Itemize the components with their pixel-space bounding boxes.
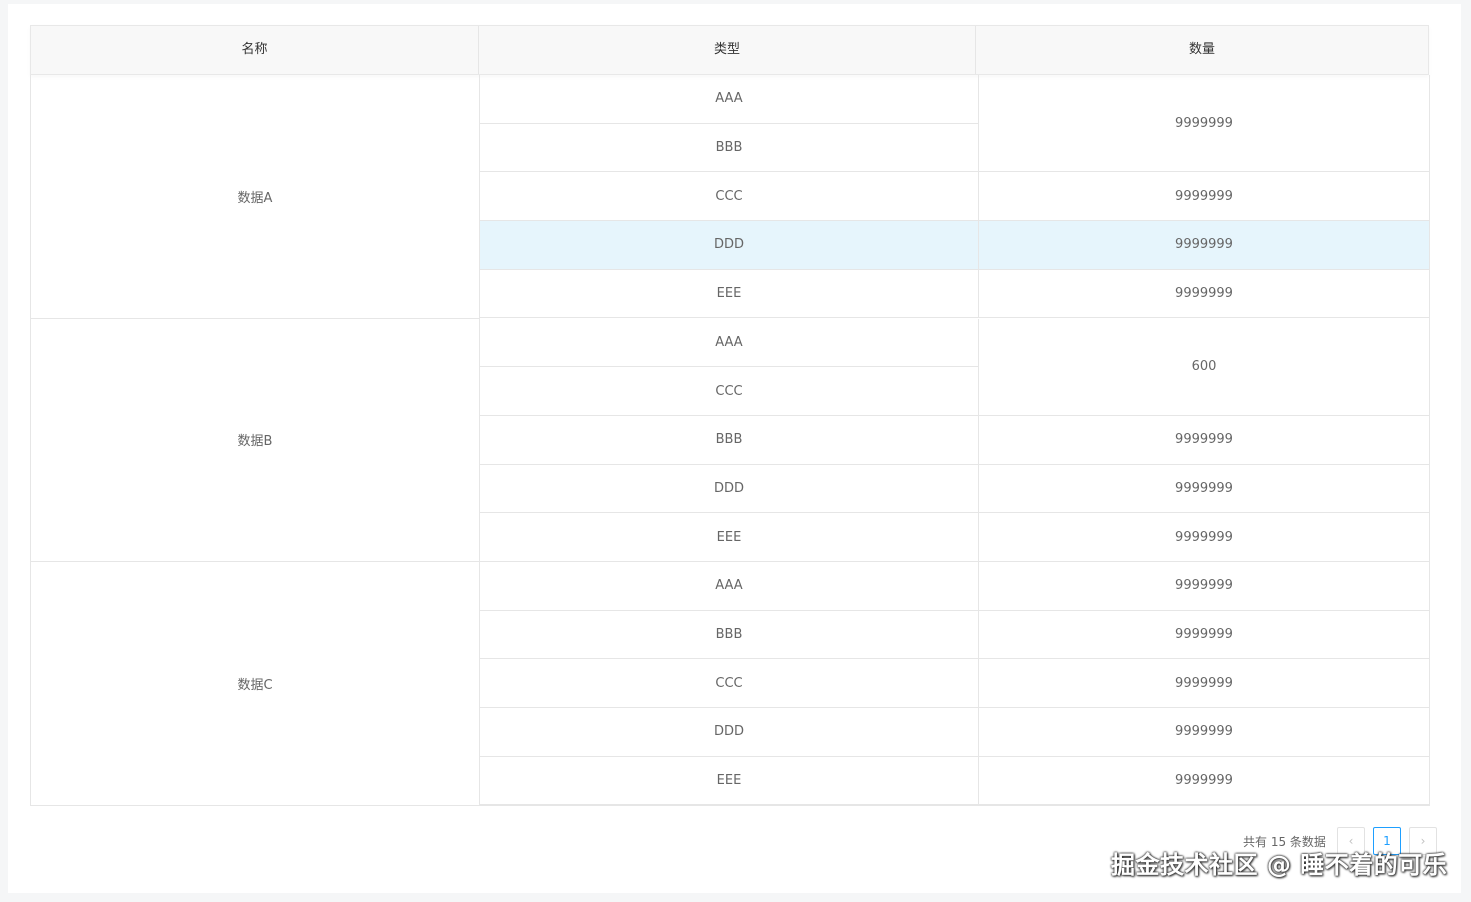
header-type: 类型 <box>478 26 975 74</box>
watermark: 掘金技术社区 @ 睡不着的可乐 <box>1111 851 1448 879</box>
type-cell: CCC <box>480 659 979 709</box>
table-body: 数据A AAA 9999999 BBB CCC 9999999 DDD 9999999 EEE 9… <box>30 75 1430 806</box>
table-header: 名称 类型 数量 <box>30 25 1429 75</box>
type-cell: CCC <box>480 367 979 416</box>
type-cell: DDD <box>480 221 979 270</box>
type-cell: BBB <box>480 123 979 173</box>
type-cell: EEE <box>480 756 979 806</box>
qty-cell: 9999999 <box>979 659 1429 709</box>
type-cell: AAA <box>480 318 979 368</box>
header-qty: 数量 <box>975 26 1428 74</box>
qty-cell: 9999999 <box>979 513 1429 562</box>
type-cell: AAA <box>480 75 979 124</box>
type-cell: EEE <box>480 269 979 319</box>
type-cell: AAA <box>480 562 979 611</box>
qty-cell: 9999999 <box>979 611 1429 660</box>
type-cell: DDD <box>480 708 979 757</box>
type-cell: BBB <box>480 415 979 465</box>
page: 名称 类型 数量 数据A AAA 9999999 BBB CCC 9999999 DDD 99… <box>8 4 1461 893</box>
header-name: 名称 <box>241 42 268 57</box>
type-cell: EEE <box>480 513 979 562</box>
group-name-cell: 数据A <box>31 75 480 319</box>
qty-cell: 9999999 <box>979 562 1429 611</box>
type-cell: CCC <box>480 172 979 222</box>
qty-cell: 9999999 <box>979 465 1429 514</box>
group-name-cell: 数据B <box>31 318 480 562</box>
qty-cell: 600 <box>979 319 1429 416</box>
qty-cell: 9999999 <box>979 75 1429 173</box>
qty-cell: 9999999 <box>979 221 1429 270</box>
type-cell: BBB <box>480 610 979 660</box>
qty-cell: 9999999 <box>979 757 1429 806</box>
qty-cell: 9999999 <box>979 708 1429 757</box>
qty-cell: 9999999 <box>979 172 1429 222</box>
qty-cell: 9999999 <box>979 270 1429 319</box>
group-name-cell: 数据C <box>31 562 480 806</box>
type-cell: DDD <box>480 464 979 514</box>
qty-cell: 9999999 <box>979 416 1429 465</box>
